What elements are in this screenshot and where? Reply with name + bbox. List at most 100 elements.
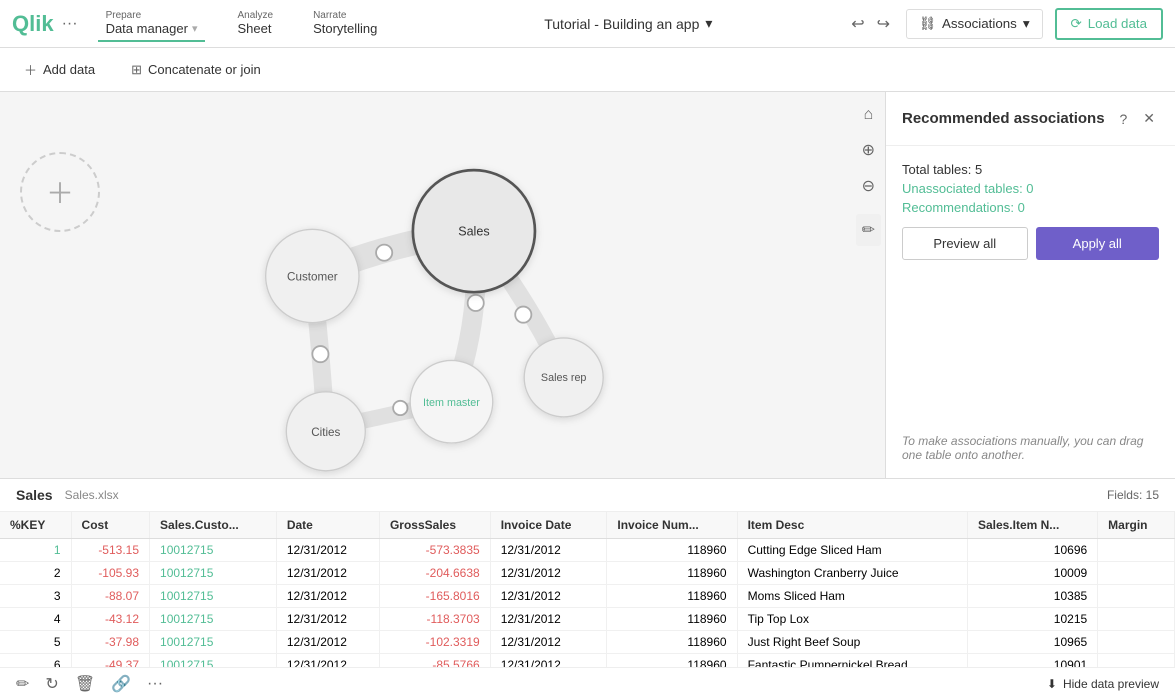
cell-custo[interactable]: 10012715 — [150, 654, 277, 668]
cell-cost: -513.15 — [71, 539, 149, 562]
nav-right: ↩ ↪ ⛓ Associations ▾ ⟳ Load data — [847, 8, 1163, 40]
load-data-icon: ⟳ — [1071, 16, 1082, 32]
cell-invdate: 12/31/2012 — [490, 585, 607, 608]
recommendations-row: Recommendations: 0 — [902, 200, 1159, 215]
zoom-out-button[interactable]: ⊖ — [856, 170, 881, 202]
cell-custo[interactable]: 10012715 — [150, 585, 277, 608]
nav-title-narrate: Storytelling — [313, 21, 377, 36]
panel-icons: ? ✕ — [1115, 106, 1159, 131]
table-header-bar: Sales Sales.xlsx Fields: 15 — [0, 479, 1175, 512]
associations-label: Associations — [942, 16, 1017, 31]
nav-label-narrate: Narrate — [313, 10, 377, 21]
nav-section-analyze[interactable]: Analyze Sheet — [229, 6, 281, 42]
cell-date: 12/31/2012 — [276, 608, 379, 631]
panel-close-button[interactable]: ✕ — [1139, 106, 1159, 131]
table-header-row: %KEY Cost Sales.Custo... Date GrossSales… — [0, 512, 1175, 539]
cell-itemdesc: Washington Cranberry Juice — [737, 562, 967, 585]
cell-itemdesc: Moms Sliced Ham — [737, 585, 967, 608]
preview-all-button[interactable]: Preview all — [902, 227, 1028, 260]
unassociated-link[interactable]: Unassociated tables: 0 — [902, 181, 1034, 196]
cell-margin — [1098, 539, 1175, 562]
graph-svg: Customer Sales Item master Sales rep Cit… — [0, 92, 885, 478]
nav-label-analyze: Analyze — [237, 10, 273, 21]
cell-margin — [1098, 654, 1175, 668]
unassociated-row: Unassociated tables: 0 — [902, 181, 1159, 196]
cell-itemn: 10009 — [967, 562, 1097, 585]
cell-key: 3 — [0, 585, 71, 608]
svg-text:Cities: Cities — [311, 426, 340, 439]
hide-preview-label: Hide data preview — [1063, 677, 1159, 691]
nav-section-prepare[interactable]: Prepare Data manager ▾ — [98, 6, 206, 42]
load-data-button[interactable]: ⟳ Load data — [1055, 8, 1163, 40]
add-table-button[interactable]: ＋ — [20, 152, 100, 232]
cell-invnum: 118960 — [607, 631, 737, 654]
total-tables-row: Total tables: 5 — [902, 162, 1159, 177]
svg-text:Sales rep: Sales rep — [541, 372, 586, 384]
associations-button[interactable]: ⛓ Associations ▾ — [906, 9, 1042, 39]
cell-date: 12/31/2012 — [276, 585, 379, 608]
cell-itemn: 10696 — [967, 539, 1097, 562]
add-data-label: Add data — [43, 62, 95, 77]
load-data-label: Load data — [1088, 16, 1147, 31]
undo-redo-group: ↩ ↪ — [847, 10, 894, 38]
col-itemn: Sales.Item N... — [967, 512, 1097, 539]
cell-key: 4 — [0, 608, 71, 631]
svg-text:Sales: Sales — [458, 225, 489, 239]
more-button[interactable]: ··· — [147, 674, 163, 694]
cell-custo[interactable]: 10012715 — [150, 539, 277, 562]
add-data-button[interactable]: ＋ Add data — [16, 56, 103, 83]
edit-table-button[interactable]: ✏ — [16, 674, 29, 694]
cell-margin — [1098, 631, 1175, 654]
app-title-arrow: ▾ — [705, 15, 712, 32]
refresh-button[interactable]: ↻ — [45, 674, 58, 694]
redo-button[interactable]: ↪ — [873, 10, 894, 38]
panel-help-button[interactable]: ? — [1115, 106, 1131, 131]
apply-all-button[interactable]: Apply all — [1036, 227, 1160, 260]
table-fields: Fields: 15 — [1107, 488, 1159, 502]
panel-header: Recommended associations ? ✕ — [886, 92, 1175, 146]
app-title-text: Tutorial - Building an app — [544, 16, 699, 32]
cell-gross: -204.6638 — [379, 562, 490, 585]
cell-invnum: 118960 — [607, 654, 737, 668]
table-name: Sales — [16, 487, 53, 503]
undo-button[interactable]: ↩ — [847, 10, 868, 38]
home-tool-button[interactable]: ⌂ — [857, 100, 879, 130]
associations-icon: ⛓ — [919, 16, 936, 32]
col-itemdesc: Item Desc — [737, 512, 967, 539]
nav-section-narrate[interactable]: Narrate Storytelling — [305, 6, 385, 42]
link-button[interactable]: 🔗 — [111, 674, 131, 694]
cell-custo[interactable]: 10012715 — [150, 631, 277, 654]
nav-title-prepare: Data manager — [106, 21, 188, 36]
hide-preview-icon: ⬇ — [1047, 677, 1057, 691]
cell-invnum: 118960 — [607, 608, 737, 631]
col-cost: Cost — [71, 512, 149, 539]
concat-join-button[interactable]: ⊞ Concatenate or join — [123, 58, 269, 82]
cell-cost: -49.37 — [71, 654, 149, 668]
zoom-in-button[interactable]: ⊕ — [856, 134, 881, 166]
cell-key[interactable]: 1 — [0, 539, 71, 562]
col-margin: Margin — [1098, 512, 1175, 539]
bottom-footer: ✏ ↻ 🗑 🔗 ··· ⬇ Hide data preview — [0, 667, 1175, 700]
cell-gross: -85.5766 — [379, 654, 490, 668]
table-scroll[interactable]: %KEY Cost Sales.Custo... Date GrossSales… — [0, 512, 1175, 667]
recommendations-link[interactable]: Recommendations: 0 — [902, 200, 1025, 215]
total-tables-label: Total tables: 5 — [902, 162, 982, 177]
cell-margin — [1098, 608, 1175, 631]
cell-invnum: 118960 — [607, 562, 737, 585]
edit-tool-button[interactable]: ✏ — [856, 214, 881, 246]
nav-title-analyze: Sheet — [237, 21, 273, 36]
hide-preview-button[interactable]: ⬇ Hide data preview — [1047, 677, 1159, 691]
cell-itemn: 10215 — [967, 608, 1097, 631]
nav-menu-icon[interactable]: ··· — [62, 15, 78, 33]
cell-cost: -37.98 — [71, 631, 149, 654]
svg-text:Customer: Customer — [287, 271, 338, 284]
app-title[interactable]: Tutorial - Building an app ▾ — [544, 15, 712, 32]
cell-date: 12/31/2012 — [276, 631, 379, 654]
cell-gross: -118.3703 — [379, 608, 490, 631]
bottom-area: Sales Sales.xlsx Fields: 15 %KEY Cost Sa… — [0, 478, 1175, 700]
cell-custo[interactable]: 10012715 — [150, 562, 277, 585]
table-row: 3 -88.07 10012715 12/31/2012 -165.8016 1… — [0, 585, 1175, 608]
cell-custo[interactable]: 10012715 — [150, 608, 277, 631]
delete-button[interactable]: 🗑 — [75, 674, 95, 694]
cell-invdate: 12/31/2012 — [490, 539, 607, 562]
